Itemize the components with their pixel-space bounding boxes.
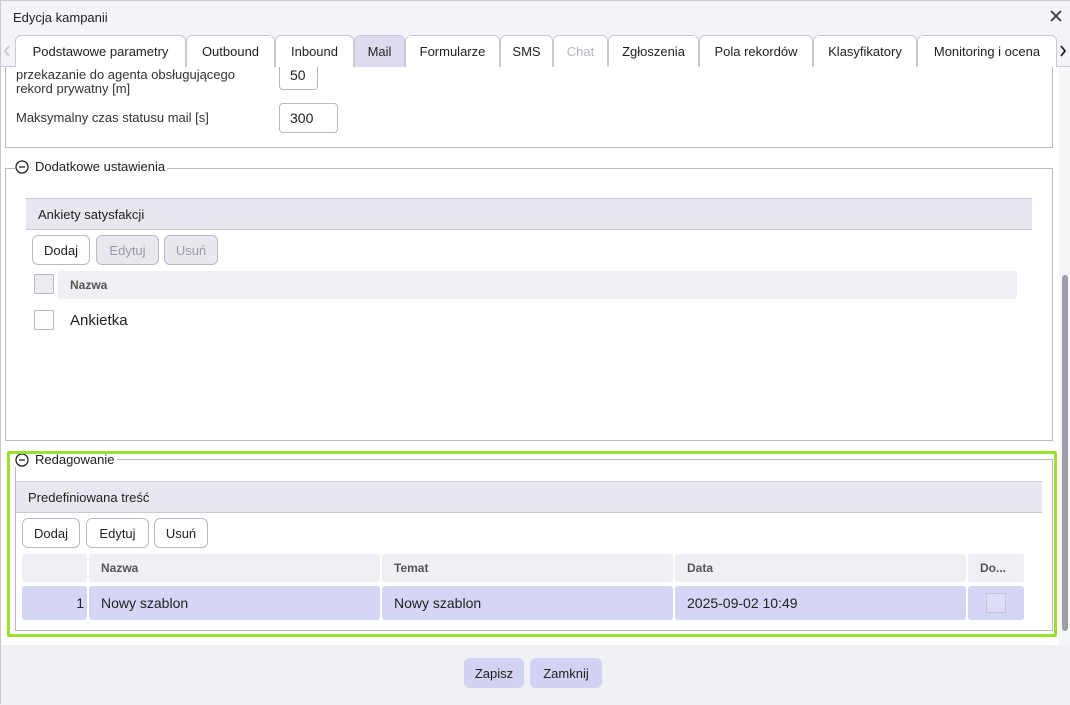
row-name[interactable]: Nowy szablon bbox=[89, 586, 380, 620]
tab-scroll-right-icon[interactable] bbox=[1057, 41, 1069, 61]
row-subject[interactable]: Nowy szablon bbox=[382, 586, 673, 620]
collapse-icon[interactable] bbox=[15, 452, 29, 467]
tab-inbound[interactable]: Inbound bbox=[275, 35, 354, 67]
max-mail-status-input[interactable]: 300 bbox=[279, 103, 338, 133]
tab-chat: Chat bbox=[553, 35, 608, 67]
column-default[interactable]: Do... bbox=[968, 554, 1024, 582]
tab-scroll-left-icon[interactable] bbox=[1, 41, 13, 61]
column-name[interactable]: Nazwa bbox=[89, 554, 380, 582]
editing-legend: Redagowanie bbox=[15, 452, 117, 467]
template-edit-button[interactable]: Edytuj bbox=[86, 518, 149, 548]
row-date[interactable]: 2025-09-02 10:49 bbox=[675, 586, 966, 620]
tab-forms[interactable]: Formularze bbox=[405, 35, 500, 67]
scrollbar-thumb[interactable] bbox=[1062, 275, 1068, 631]
survey-edit-button: Edytuj bbox=[96, 235, 159, 265]
column-date[interactable]: Data bbox=[675, 554, 966, 582]
additional-settings-legend: Dodatkowe ustawienia bbox=[15, 159, 168, 174]
row-default-checkbox[interactable] bbox=[986, 593, 1006, 613]
editing-title: Redagowanie bbox=[35, 452, 115, 467]
save-button[interactable]: Zapisz bbox=[464, 658, 524, 688]
agent-transfer-label-line2: rekord prywatny [m] bbox=[16, 81, 131, 96]
tab-record-fields[interactable]: Pola rekordów bbox=[699, 35, 813, 67]
tab-mail[interactable]: Mail bbox=[354, 35, 405, 67]
tab-strip: Podstawowe parametry Outbound Inbound Ma… bbox=[1, 33, 1070, 67]
row-index[interactable]: 1 bbox=[22, 586, 87, 620]
predefined-content-header: Predefiniowana treść bbox=[16, 481, 1042, 513]
agent-transfer-label-line1: przekazanie do agenta obsługującego bbox=[16, 67, 236, 82]
vertical-scrollbar[interactable] bbox=[1059, 67, 1070, 645]
survey-select-all-checkbox[interactable] bbox=[34, 274, 54, 294]
tab-tickets[interactable]: Zgłoszenia bbox=[608, 35, 699, 67]
survey-row-name[interactable]: Ankietka bbox=[70, 313, 128, 329]
title-bar: Edycja kampanii bbox=[1, 1, 1070, 33]
column-subject[interactable]: Temat bbox=[382, 554, 673, 582]
tab-classifiers[interactable]: Klasyfikatory bbox=[813, 35, 917, 67]
survey-add-button[interactable]: Dodaj bbox=[32, 235, 90, 265]
row-default-cell[interactable] bbox=[968, 586, 1024, 620]
dialog-footer: Zapisz Zamknij bbox=[1, 645, 1070, 705]
dialog-title: Edycja kampanii bbox=[13, 10, 108, 25]
campaign-edit-dialog: Edycja kampanii Podstawowe parametry Out… bbox=[0, 0, 1070, 705]
agent-transfer-input[interactable]: 50 bbox=[279, 67, 318, 90]
additional-settings-title: Dodatkowe ustawienia bbox=[35, 159, 166, 174]
column-index bbox=[22, 554, 87, 582]
tab-basic-parameters[interactable]: Podstawowe parametry bbox=[15, 35, 186, 67]
tab-sms[interactable]: SMS bbox=[500, 35, 553, 67]
close-icon[interactable] bbox=[1047, 7, 1065, 25]
surveys-header: Ankiety satysfakcji bbox=[26, 198, 1032, 230]
collapse-icon[interactable] bbox=[15, 159, 29, 174]
tab-outbound[interactable]: Outbound bbox=[186, 35, 275, 67]
survey-row-checkbox[interactable] bbox=[34, 310, 54, 330]
survey-delete-button: Usuń bbox=[164, 235, 218, 265]
tab-monitoring[interactable]: Monitoring i ocena bbox=[917, 35, 1057, 67]
template-delete-button[interactable]: Usuń bbox=[154, 518, 208, 548]
template-add-button[interactable]: Dodaj bbox=[22, 518, 80, 548]
tab-content: przekazanie do agenta obsługującego reko… bbox=[1, 67, 1070, 645]
max-mail-status-label: Maksymalny czas statusu mail [s] bbox=[16, 110, 209, 125]
close-button[interactable]: Zamknij bbox=[530, 658, 602, 688]
survey-column-name[interactable]: Nazwa bbox=[58, 271, 1017, 299]
